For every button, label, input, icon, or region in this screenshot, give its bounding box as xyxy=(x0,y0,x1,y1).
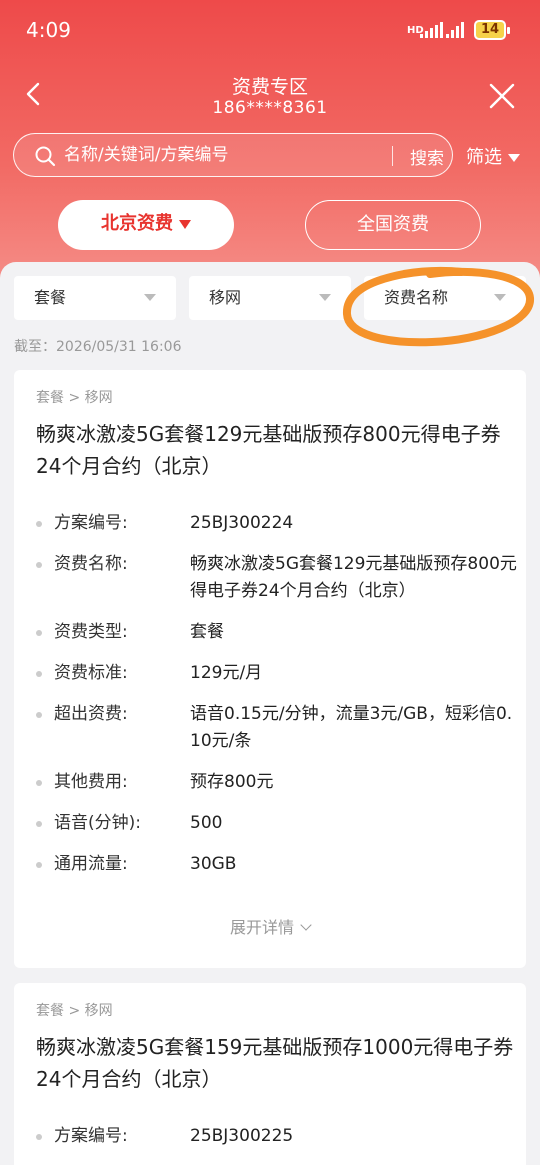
detail-list: 方案编号: 25BJ300225 xyxy=(36,1123,520,1164)
detail-row: 超出资费: 语音0.15元/分钟，流量3元/GB，短彩信0.10元/条 xyxy=(36,701,520,755)
battery-icon: 14 xyxy=(474,20,510,40)
detail-row: 通用流量: 30GB xyxy=(36,851,520,878)
chevron-down-icon xyxy=(144,294,156,301)
detail-value: 套餐 xyxy=(190,622,224,642)
search-input[interactable] xyxy=(64,140,384,170)
detail-key: 超出资费: xyxy=(54,704,128,724)
expand-details-label: 展开详情 xyxy=(229,918,294,937)
tab-beijing-tariff[interactable]: 北京资费 xyxy=(58,200,234,250)
nav-bar: 资费专区 186****8361 xyxy=(0,66,540,126)
content-panel: 套餐 移网 资费名称 截至：2026/05/31 16:06 套餐 > 移网 畅… xyxy=(0,262,540,1165)
bullet-icon xyxy=(36,821,42,827)
category-dropdown[interactable]: 套餐 xyxy=(14,276,176,320)
search-button[interactable]: 搜索 xyxy=(410,144,444,169)
tab-national-tariff[interactable]: 全国资费 xyxy=(305,200,481,250)
detail-row: 资费名称: 畅爽冰激凌5G套餐129元基础版预存800元得电子券24个月合约（北京… xyxy=(36,551,520,605)
bullet-icon xyxy=(36,1134,42,1140)
close-icon[interactable] xyxy=(488,82,516,110)
filter-label: 筛选 xyxy=(466,147,502,168)
detail-key: 资费名称: xyxy=(54,554,128,574)
detail-key: 方案编号: xyxy=(54,513,128,533)
detail-list: 方案编号: 25BJ300224 资费名称: 畅爽冰激凌5G套餐129元基础版预存8… xyxy=(36,510,520,892)
bullet-icon xyxy=(36,862,42,868)
caret-down-icon xyxy=(508,154,520,162)
detail-row: 语音(分钟): 500 xyxy=(36,810,520,837)
tab-national-label: 全国资费 xyxy=(357,214,429,235)
detail-value: 语音0.15元/分钟，流量3元/GB，短彩信0.10元/条 xyxy=(190,704,513,751)
detail-row: 方案编号: 25BJ300224 xyxy=(36,510,520,537)
card-title: 畅爽冰激凌5G套餐159元基础版预存1000元得电子券24个月合约（北京） xyxy=(36,1035,514,1091)
bullet-icon xyxy=(36,712,42,718)
bullet-icon xyxy=(36,521,42,527)
bullet-icon xyxy=(36,630,42,636)
detail-value: 500 xyxy=(190,813,223,833)
card-breadcrumb: 套餐 > 移网 xyxy=(36,390,113,406)
detail-value: 畅爽冰激凌5G套餐129元基础版预存800元得电子券24个月合约（北京） xyxy=(190,554,517,601)
cell-signal-icon xyxy=(420,22,443,38)
search-divider xyxy=(392,146,393,166)
detail-row: 资费标准: 129元/月 xyxy=(36,660,520,687)
status-time: 4:09 xyxy=(26,18,71,42)
operator-dropdown[interactable]: 移网 xyxy=(189,276,351,320)
detail-key: 资费类型: xyxy=(54,622,128,642)
detail-key: 其他费用: xyxy=(54,772,128,792)
tariff-card: 套餐 > 移网 畅爽冰激凌5G套餐159元基础版预存1000元得电子券24个月合… xyxy=(14,983,526,1165)
hand-drawn-highlight-circle xyxy=(343,266,534,347)
detail-key: 通用流量: xyxy=(54,854,128,874)
bullet-icon xyxy=(36,671,42,677)
detail-value: 25BJ300225 xyxy=(190,1126,294,1146)
search-bar: 搜索 xyxy=(13,133,453,177)
phone-number: 186****8361 xyxy=(212,98,328,118)
detail-value: 30GB xyxy=(190,854,237,874)
bullet-icon xyxy=(36,780,42,786)
search-icon xyxy=(35,146,56,167)
detail-key: 方案编号: xyxy=(54,1126,128,1146)
detail-row: 方案编号: 25BJ300225 xyxy=(36,1123,520,1150)
chevron-down-icon xyxy=(300,919,312,931)
caret-down-icon xyxy=(179,219,191,229)
tab-beijing-label: 北京资费 xyxy=(101,213,173,234)
page-title: 资费专区 xyxy=(231,76,308,98)
category-dropdown-value: 套餐 xyxy=(34,288,67,307)
tariff-card: 套餐 > 移网 畅爽冰激凌5G套餐129元基础版预存800元得电子券24个月合约… xyxy=(14,370,526,968)
card-title: 畅爽冰激凌5G套餐129元基础版预存800元得电子券24个月合约（北京） xyxy=(36,422,501,478)
detail-key: 资费标准: xyxy=(54,663,128,683)
chevron-down-icon xyxy=(319,294,331,301)
detail-value: 25BJ300224 xyxy=(190,513,294,533)
detail-value: 129元/月 xyxy=(190,663,263,683)
detail-row: 其他费用: 预存800元 xyxy=(36,769,520,796)
detail-value: 预存800元 xyxy=(190,772,274,792)
expand-details-button[interactable]: 展开详情 xyxy=(14,914,526,938)
operator-dropdown-value: 移网 xyxy=(209,288,242,307)
cell-signal-2-icon xyxy=(446,22,464,38)
status-bar: 4:09 HD 14 xyxy=(0,0,540,60)
battery-level: 14 xyxy=(480,22,500,37)
card-breadcrumb: 套餐 > 移网 xyxy=(36,1003,113,1019)
as-of-timestamp: 截至：2026/05/31 16:06 xyxy=(14,339,182,355)
bullet-icon xyxy=(36,562,42,568)
filter-button[interactable]: 筛选 xyxy=(466,143,520,169)
detail-row: 资费类型: 套餐 xyxy=(36,619,520,646)
detail-key: 语音(分钟): xyxy=(54,813,141,833)
